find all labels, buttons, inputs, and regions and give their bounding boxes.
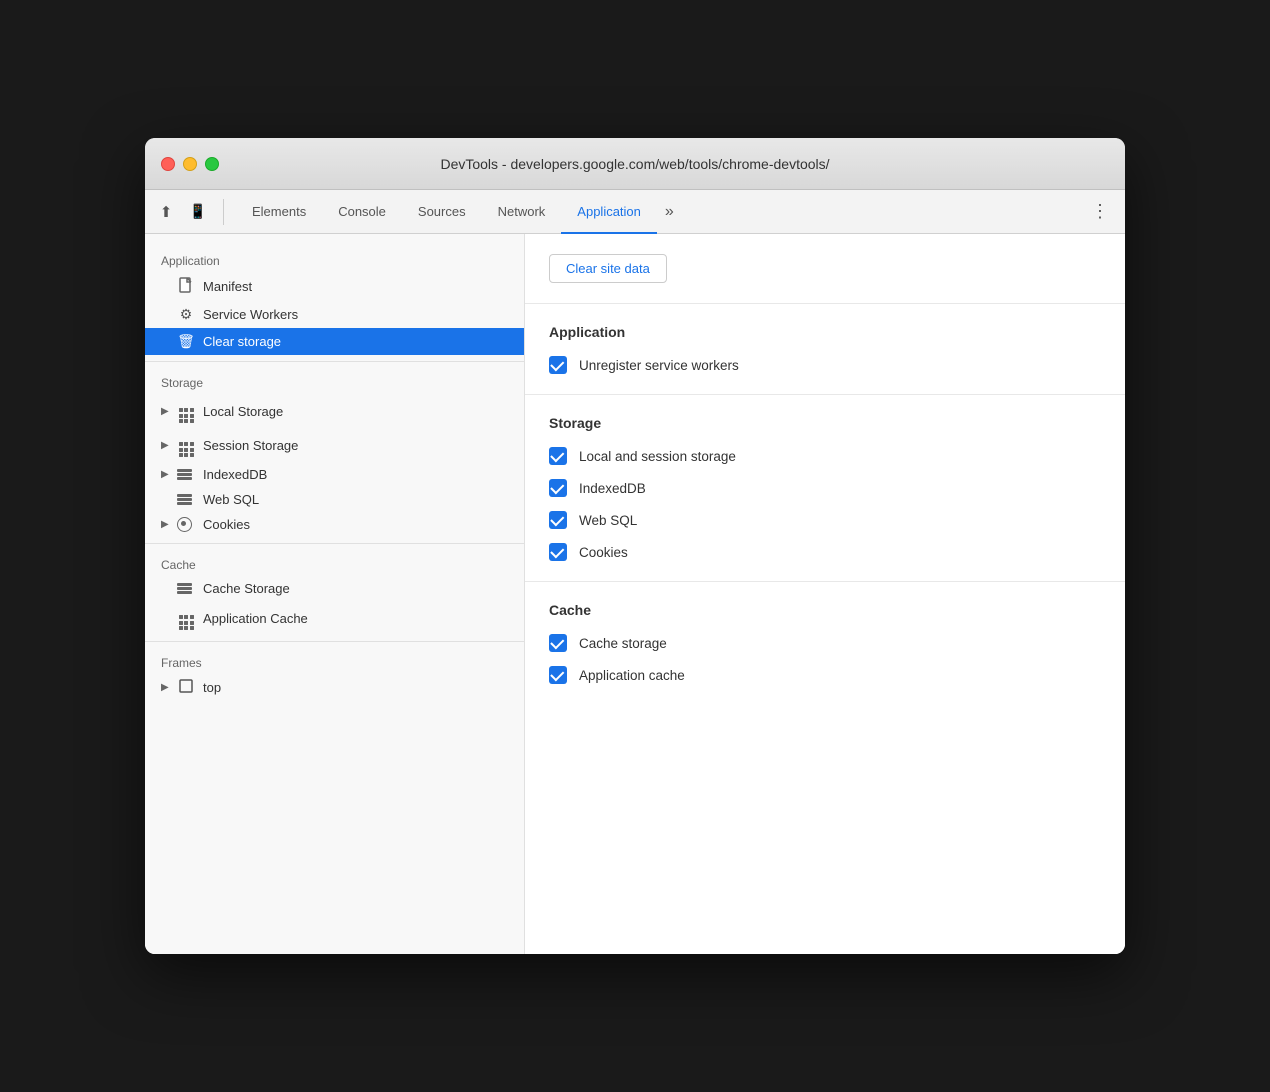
device-tool-button[interactable]: 📱 xyxy=(185,199,211,225)
frame-icon xyxy=(177,679,195,696)
cache-storage-label: Cache Storage xyxy=(203,581,290,596)
sidebar-item-cache-storage[interactable]: Cache Storage xyxy=(145,576,524,601)
cache-storage-checkbox-label: Cache storage xyxy=(579,636,667,651)
tabs-overflow-button[interactable]: » xyxy=(657,203,682,221)
web-sql-checkbox-label: Web SQL xyxy=(579,513,637,528)
sidebar-item-session-storage[interactable]: ▶ Session Storage xyxy=(145,428,524,462)
indexeddb-icon xyxy=(177,469,195,480)
content-cache-title: Cache xyxy=(549,602,1101,618)
more-options-button[interactable]: ⋮ xyxy=(1083,201,1117,222)
service-workers-icon: ⚙ xyxy=(177,306,195,323)
clear-site-data-button[interactable]: Clear site data xyxy=(549,254,667,283)
sidebar-item-web-sql[interactable]: Web SQL xyxy=(145,487,524,512)
application-cache-checkbox[interactable] xyxy=(549,666,567,684)
web-sql-label: Web SQL xyxy=(203,492,259,507)
content-section-application: Application Unregister service workers xyxy=(525,304,1125,395)
sidebar-section-frames-label: Frames xyxy=(145,648,524,674)
devtools-container: ⬆ 📱 Elements Console Sources Network xyxy=(145,190,1125,954)
sidebar-item-top[interactable]: ▶ top xyxy=(145,674,524,701)
titlebar: DevTools - developers.google.com/web/too… xyxy=(145,138,1125,190)
sidebar-item-local-storage[interactable]: ▶ Local Storage xyxy=(145,394,524,428)
sidebar-item-cookies[interactable]: ▶ Cookies xyxy=(145,512,524,537)
service-workers-label: Service Workers xyxy=(203,307,298,322)
tabs-bar: ⬆ 📱 Elements Console Sources Network xyxy=(145,190,1125,234)
minimize-button[interactable] xyxy=(183,157,197,171)
trash-icon: 🗑 xyxy=(177,333,195,350)
expand-arrow-top: ▶ xyxy=(161,682,171,693)
clear-storage-label: Clear storage xyxy=(203,334,281,349)
maximize-button[interactable] xyxy=(205,157,219,171)
tab-console[interactable]: Console xyxy=(322,190,402,234)
content-section-storage: Storage Local and session storage Indexe… xyxy=(525,395,1125,582)
unregister-workers-label: Unregister service workers xyxy=(579,358,739,373)
checkbox-item-web-sql[interactable]: Web SQL xyxy=(549,511,1101,529)
indexeddb-checkbox-label: IndexedDB xyxy=(579,481,646,496)
web-sql-checkbox[interactable] xyxy=(549,511,567,529)
content-application-title: Application xyxy=(549,324,1101,340)
session-storage-icon xyxy=(177,433,195,457)
local-session-storage-checkbox[interactable] xyxy=(549,447,567,465)
main-tabs: Elements Console Sources Network Applica… xyxy=(236,190,1083,233)
sidebar-section-cache-label: Cache xyxy=(145,550,524,576)
web-sql-icon xyxy=(177,494,195,505)
content-storage-title: Storage xyxy=(549,415,1101,431)
indexeddb-label: IndexedDB xyxy=(203,467,267,482)
expand-arrow-session: ▶ xyxy=(161,440,171,451)
close-button[interactable] xyxy=(161,157,175,171)
expand-arrow-local: ▶ xyxy=(161,406,171,417)
manifest-icon xyxy=(177,277,195,296)
cache-storage-icon xyxy=(177,583,195,594)
device-icon: 📱 xyxy=(189,203,206,220)
application-cache-icon xyxy=(177,606,195,630)
cookies-checkbox[interactable] xyxy=(549,543,567,561)
application-cache-checkbox-label: Application cache xyxy=(579,668,685,683)
local-storage-label: Local Storage xyxy=(203,404,283,419)
divider-2 xyxy=(145,543,524,544)
cursor-tool-button[interactable]: ⬆ xyxy=(153,199,179,225)
sidebar-item-indexeddb[interactable]: ▶ IndexedDB xyxy=(145,462,524,487)
sidebar-item-clear-storage[interactable]: 🗑 Clear storage xyxy=(145,328,524,355)
tab-network[interactable]: Network xyxy=(482,190,562,234)
expand-arrow-cookies: ▶ xyxy=(161,519,171,530)
cookies-checkbox-label: Cookies xyxy=(579,545,628,560)
sidebar-section-storage-label: Storage xyxy=(145,368,524,394)
checkbox-item-cache-storage[interactable]: Cache storage xyxy=(549,634,1101,652)
cursor-icon: ⬆ xyxy=(160,203,173,221)
content-panel: Clear site data Application Unregister s… xyxy=(525,234,1125,954)
main-content: Application Manifest ⚙ S xyxy=(145,234,1125,954)
clear-site-data-section: Clear site data xyxy=(525,234,1125,304)
unregister-workers-checkbox[interactable] xyxy=(549,356,567,374)
divider-1 xyxy=(145,361,524,362)
tab-sources[interactable]: Sources xyxy=(402,190,482,234)
cookies-icon xyxy=(177,517,195,532)
content-section-cache: Cache Cache storage Application cache xyxy=(525,582,1125,704)
tab-application[interactable]: Application xyxy=(561,190,657,234)
checkbox-item-unregister-workers[interactable]: Unregister service workers xyxy=(549,356,1101,374)
cache-storage-checkbox[interactable] xyxy=(549,634,567,652)
expand-arrow-idb: ▶ xyxy=(161,469,171,480)
session-storage-label: Session Storage xyxy=(203,438,298,453)
local-session-label: Local and session storage xyxy=(579,449,736,464)
sidebar: Application Manifest ⚙ S xyxy=(145,234,525,954)
tab-elements[interactable]: Elements xyxy=(236,190,322,234)
traffic-lights xyxy=(161,157,219,171)
sidebar-item-service-workers[interactable]: ⚙ Service Workers xyxy=(145,301,524,328)
sidebar-item-application-cache[interactable]: Application Cache xyxy=(145,601,524,635)
sidebar-item-manifest[interactable]: Manifest xyxy=(145,272,524,301)
sidebar-section-application-label: Application xyxy=(145,246,524,272)
top-frame-label: top xyxy=(203,680,221,695)
tab-icon-group: ⬆ 📱 xyxy=(153,199,224,225)
checkbox-item-indexeddb[interactable]: IndexedDB xyxy=(549,479,1101,497)
devtools-window: DevTools - developers.google.com/web/too… xyxy=(145,138,1125,954)
checkbox-item-local-session[interactable]: Local and session storage xyxy=(549,447,1101,465)
divider-3 xyxy=(145,641,524,642)
manifest-label: Manifest xyxy=(203,279,252,294)
indexeddb-checkbox[interactable] xyxy=(549,479,567,497)
local-storage-icon xyxy=(177,399,195,423)
checkbox-item-application-cache[interactable]: Application cache xyxy=(549,666,1101,684)
window-title: DevTools - developers.google.com/web/too… xyxy=(440,156,829,172)
cookies-label: Cookies xyxy=(203,517,250,532)
checkbox-item-cookies[interactable]: Cookies xyxy=(549,543,1101,561)
application-cache-label: Application Cache xyxy=(203,611,308,626)
